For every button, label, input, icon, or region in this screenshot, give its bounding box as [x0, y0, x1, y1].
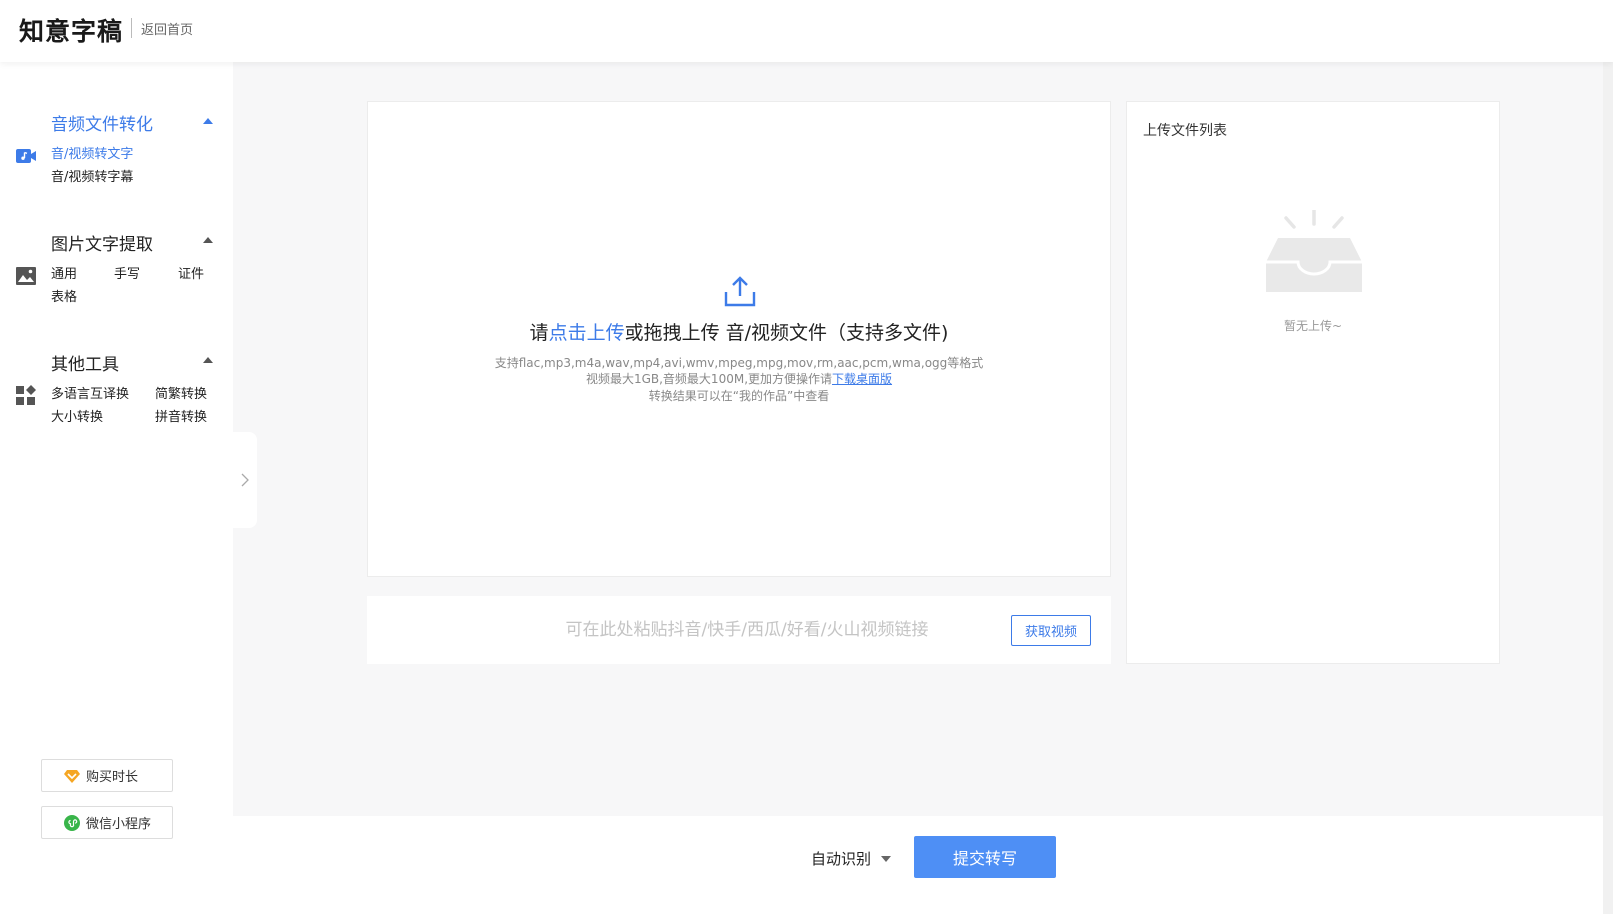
- collapse-caret-icon[interactable]: [203, 237, 213, 243]
- upload-instruction: 请点击上传或拖拽上传 音/视频文件（支持多文件): [368, 318, 1110, 345]
- sidebar-collapse-toggle[interactable]: [233, 432, 257, 528]
- bottom-action-bar: 自动识别 提交转写: [233, 816, 1613, 914]
- sidebar-section-audio-title[interactable]: 音频文件转化: [51, 110, 153, 135]
- sidebar-item-simplified-traditional[interactable]: 简繁转换: [155, 383, 207, 402]
- size-limit-label: 视频最大1GB,音频最大100M,更加方便操作请: [585, 372, 833, 386]
- app-logo[interactable]: 知意字稿: [19, 12, 123, 48]
- collapse-caret-icon[interactable]: [203, 357, 213, 363]
- collapse-caret-icon[interactable]: [203, 118, 213, 124]
- diamond-icon: [64, 770, 80, 783]
- sidebar-item-translate[interactable]: 多语言互译换: [51, 383, 129, 402]
- sidebar-item-pinyin[interactable]: 拼音转换: [155, 406, 207, 425]
- apps-grid-icon: [16, 385, 36, 405]
- upload-prefix: 请: [529, 322, 549, 344]
- result-location-text: 转换结果可以在“我的作品”中查看: [648, 389, 830, 403]
- language-select-value: 自动识别: [811, 850, 872, 868]
- video-link-input[interactable]: [467, 614, 1027, 646]
- language-select[interactable]: 自动识别: [811, 848, 892, 869]
- back-home-link[interactable]: 返回首页: [141, 19, 193, 38]
- upload-icon: [724, 276, 756, 307]
- dropdown-arrow-icon: [881, 855, 892, 862]
- sidebar: 音频文件转化 音/视频转文字 音/视频转字幕 图片文字提取 通用 手写 证件 表…: [0, 62, 233, 914]
- click-upload-link[interactable]: 点击上传: [549, 322, 625, 344]
- wechat-miniprogram-button[interactable]: 微信小程序: [41, 806, 173, 839]
- sidebar-item-av-to-text[interactable]: 音/视频转文字: [51, 143, 133, 162]
- upload-dropzone[interactable]: 请点击上传或拖拽上传 音/视频文件（支持多文件) 支持flac,mp3,m4a,…: [367, 101, 1111, 577]
- sidebar-item-handwriting[interactable]: 手写: [114, 263, 140, 282]
- sidebar-item-table[interactable]: 表格: [51, 286, 77, 305]
- buy-duration-label: 购买时长: [86, 770, 139, 785]
- empty-list-text: 暂无上传~: [1283, 319, 1343, 333]
- file-list-title: 上传文件列表: [1143, 123, 1227, 139]
- sidebar-section-tools-title[interactable]: 其他工具: [51, 350, 119, 375]
- top-header: 知意字稿 返回首页: [0, 0, 1613, 62]
- image-icon: [16, 267, 36, 285]
- chevron-right-icon: [241, 473, 249, 487]
- video-music-icon: [16, 149, 36, 163]
- size-limit-text: 视频最大1GB,音频最大100M,更加方便操作请下载桌面版: [368, 370, 1110, 387]
- download-desktop-link[interactable]: 下载桌面版: [832, 372, 892, 386]
- wechat-miniprogram-label: 微信小程序: [86, 817, 152, 832]
- submit-transcribe-button[interactable]: 提交转写: [914, 836, 1056, 878]
- buy-duration-button[interactable]: 购买时长: [41, 759, 173, 792]
- sidebar-item-av-to-subtitle[interactable]: 音/视频转字幕: [51, 166, 133, 185]
- upload-file-list: 上传文件列表 暂无上传~: [1126, 101, 1500, 664]
- sidebar-section-image-title[interactable]: 图片文字提取: [51, 230, 153, 255]
- sidebar-item-case-convert[interactable]: 大小转换: [51, 406, 103, 425]
- miniprogram-icon: [64, 815, 80, 831]
- header-divider: [131, 18, 132, 38]
- empty-inbox-icon: [1266, 210, 1362, 292]
- upload-suffix: 或拖拽上传 音/视频文件（支持多文件): [624, 322, 949, 344]
- sidebar-item-general[interactable]: 通用: [51, 263, 77, 282]
- sidebar-item-id-card[interactable]: 证件: [178, 263, 204, 282]
- page-scrollbar[interactable]: [1603, 62, 1613, 914]
- video-link-panel: 获取视频: [367, 596, 1111, 664]
- fetch-video-button[interactable]: 获取视频: [1011, 615, 1091, 646]
- supported-formats-text: 支持flac,mp3,m4a,wav,mp4,avi,wmv,mpeg,mpg,…: [494, 356, 984, 370]
